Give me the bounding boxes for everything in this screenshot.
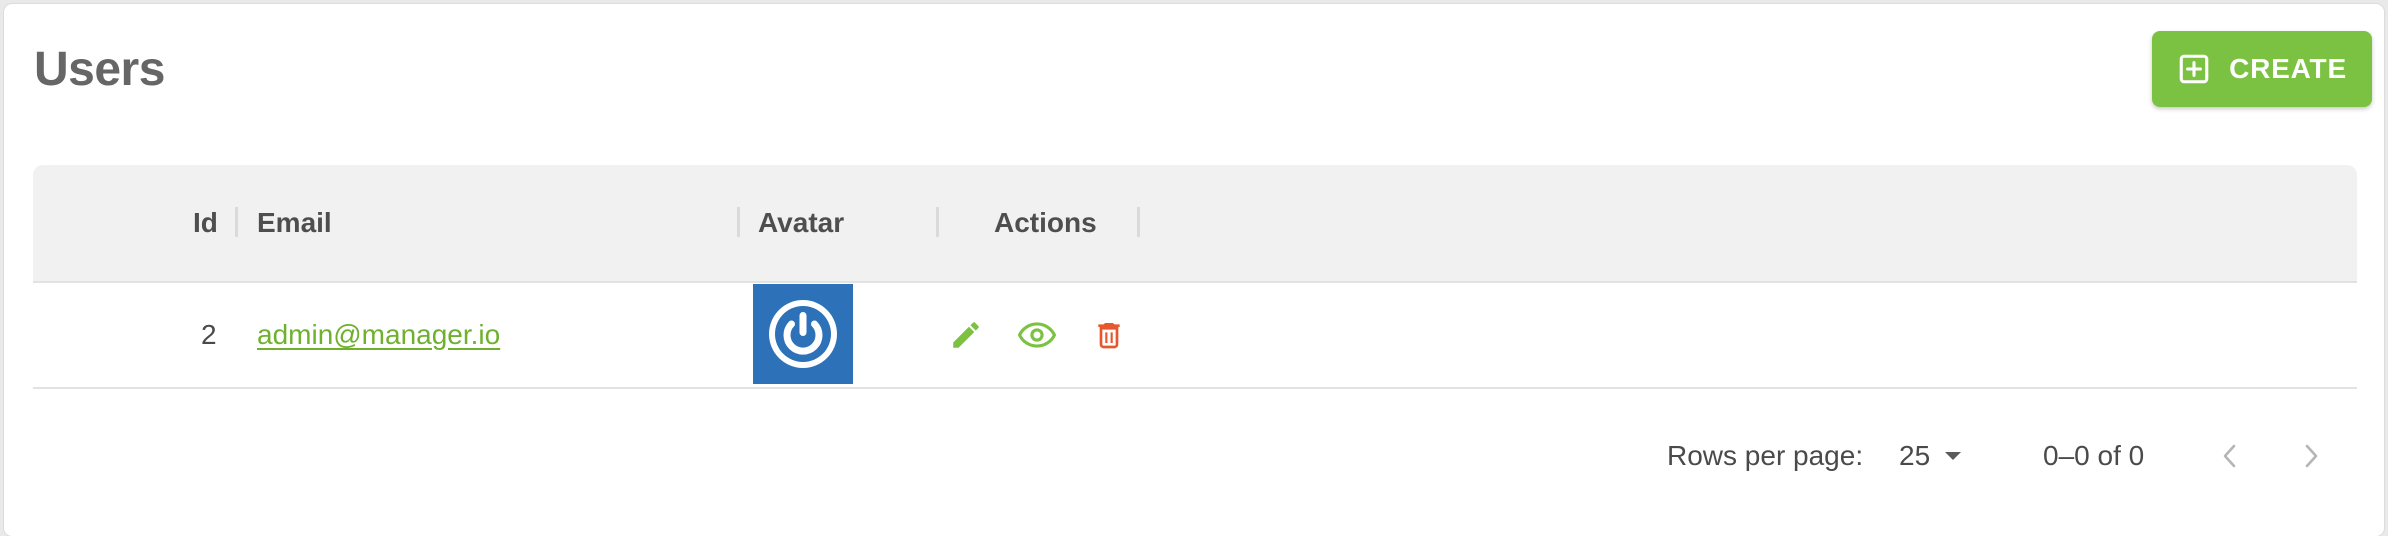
column-separator[interactable] — [1137, 207, 1140, 237]
avatar — [753, 284, 853, 384]
users-page: Users CREATE Id Email Avatar Actions 2 a… — [4, 4, 2384, 536]
chevron-left-icon — [2223, 444, 2236, 468]
table-row[interactable]: 2 admin@manager.io — [33, 283, 2357, 389]
column-header-id[interactable]: Id — [193, 165, 218, 281]
view-icon[interactable] — [1017, 315, 1057, 355]
pagination-range: 0–0 of 0 — [2043, 440, 2145, 471]
users-table: Id Email Avatar Actions 2 admin@manager.… — [33, 165, 2357, 471]
next-page-button[interactable] — [2301, 406, 2321, 506]
create-button-label: CREATE — [2229, 53, 2347, 84]
table-header: Id Email Avatar Actions — [33, 165, 2357, 283]
rows-per-page-value: 25 — [1899, 440, 1931, 471]
edit-icon[interactable] — [946, 315, 986, 355]
pagination: Rows per page: 25 0–0 of 0 — [33, 406, 2357, 506]
create-button[interactable]: CREATE — [2152, 31, 2372, 107]
column-header-avatar[interactable]: Avatar — [758, 165, 844, 281]
column-header-email[interactable]: Email — [257, 165, 332, 281]
column-separator[interactable] — [737, 207, 740, 237]
add-box-icon — [2179, 54, 2209, 84]
column-separator[interactable] — [235, 207, 238, 237]
delete-icon[interactable] — [1089, 315, 1129, 355]
rows-per-page-select[interactable]: 25 — [1899, 406, 1962, 506]
power-icon — [769, 300, 837, 368]
previous-page-button[interactable] — [2220, 406, 2240, 506]
rows-per-page-label: Rows per page: — [1667, 440, 1864, 471]
column-separator[interactable] — [936, 207, 939, 237]
caret-down-icon — [1945, 452, 1962, 460]
page-title: Users — [34, 43, 165, 96]
column-header-actions: Actions — [994, 207, 1097, 238]
chevron-right-icon — [2305, 444, 2318, 468]
email-link[interactable]: admin@manager.io — [257, 319, 500, 351]
cell-id: 2 — [201, 319, 217, 350]
